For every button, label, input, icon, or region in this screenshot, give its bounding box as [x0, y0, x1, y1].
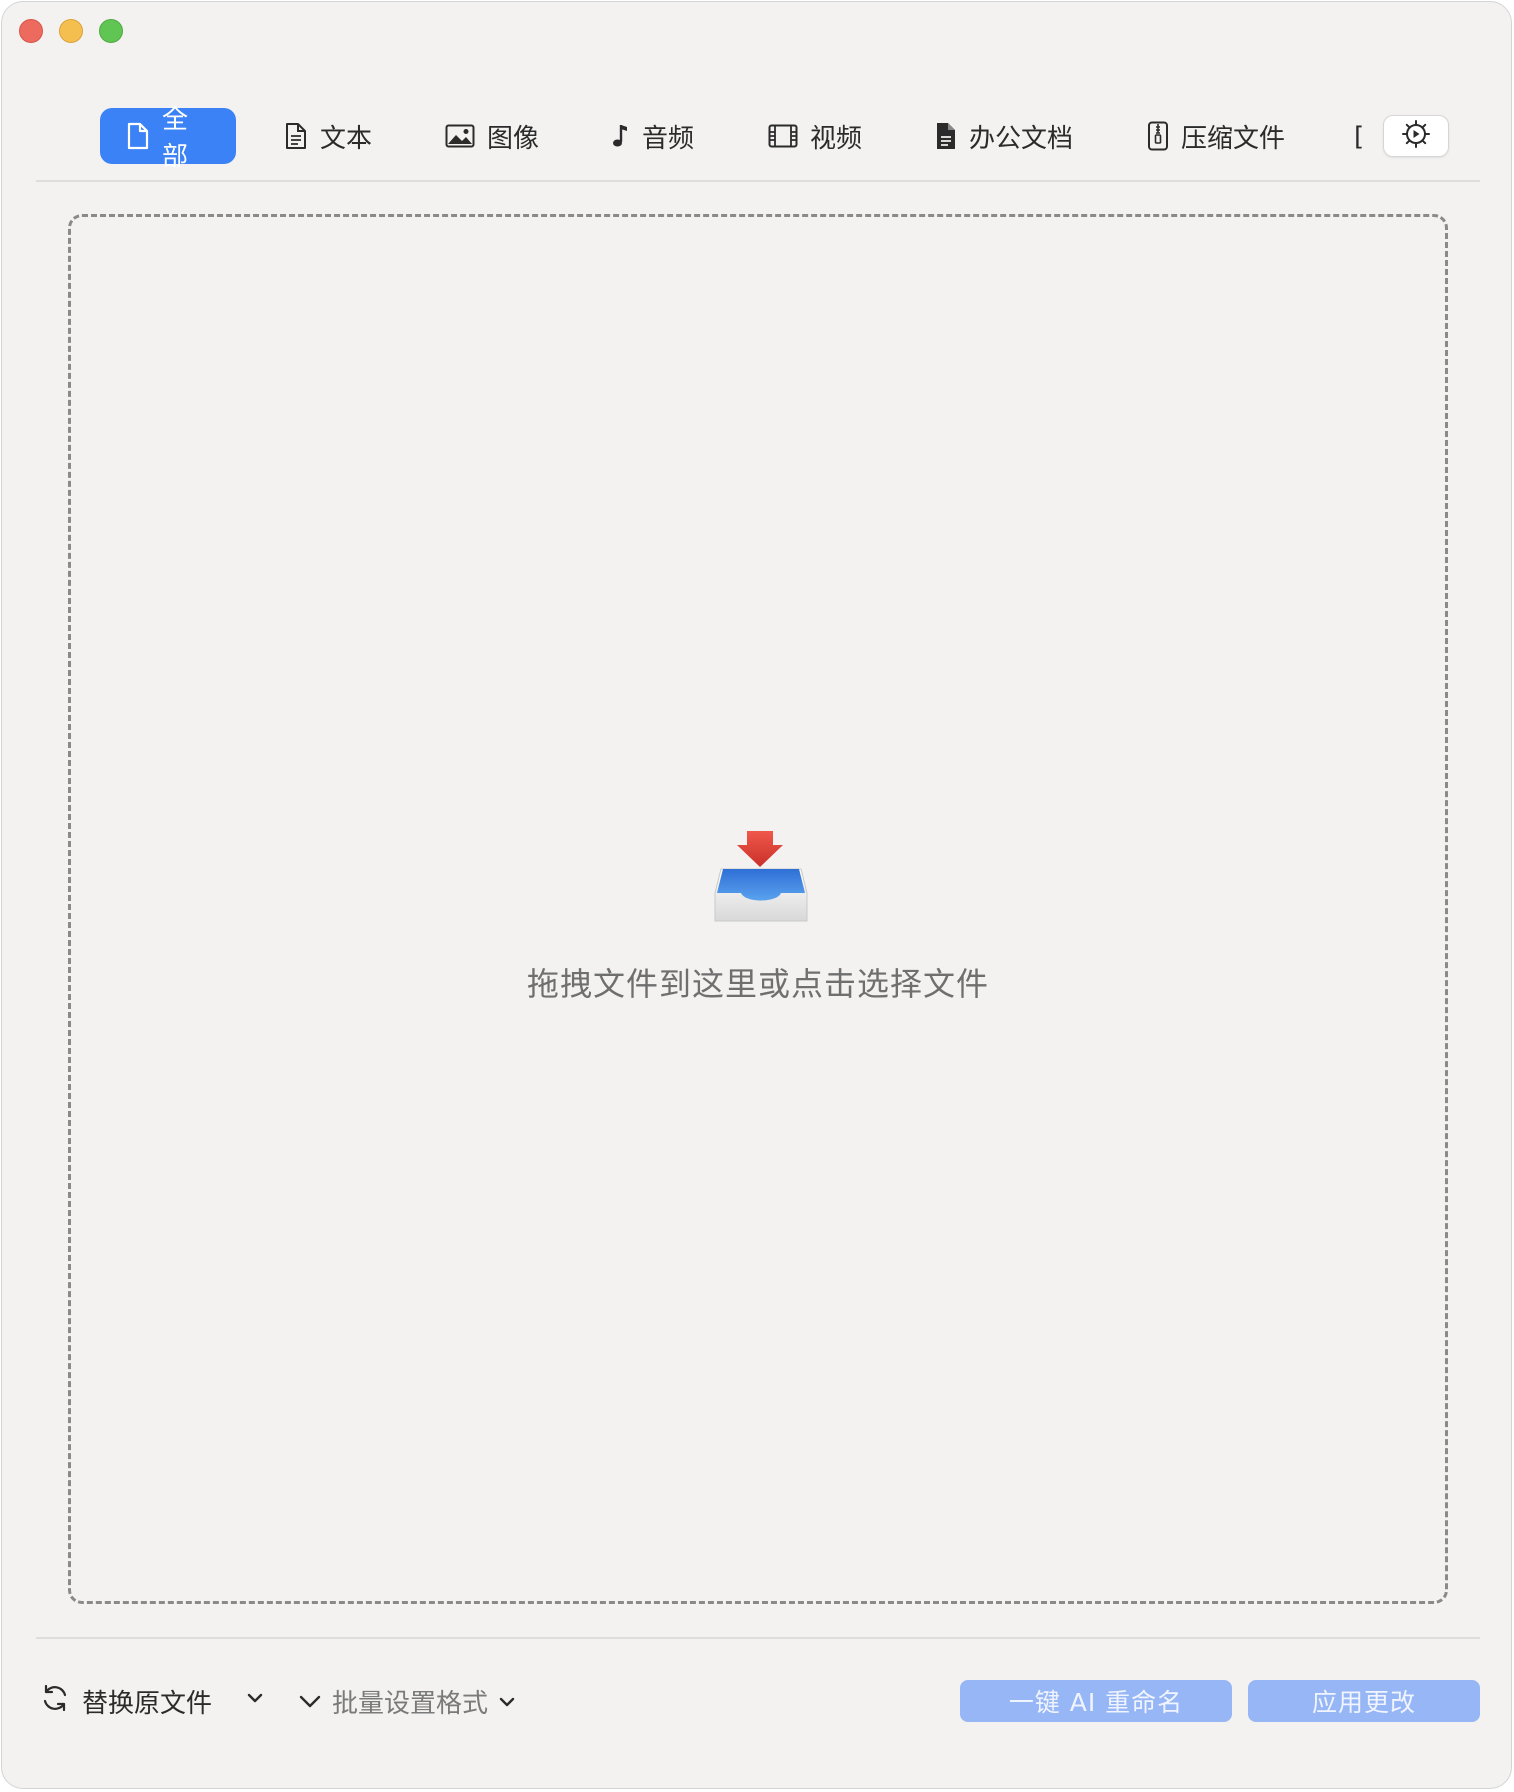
filled-document-icon	[935, 122, 957, 150]
tab-all[interactable]: 全部	[100, 105, 236, 172]
tab-archive[interactable]: 压缩文件	[1147, 108, 1285, 164]
bottom-toolbar: 替换原文件 批量设置格式 一键 AI 重命名 应用更改	[2, 1672, 1511, 1732]
refresh-icon	[40, 1683, 70, 1720]
tab-office[interactable]: 办公文档	[935, 108, 1073, 164]
gear-icon	[1401, 119, 1431, 153]
tab-label: 文本	[320, 123, 373, 154]
tray-download-icon	[711, 827, 811, 927]
tab-video[interactable]: 视频	[768, 108, 862, 164]
replace-original-label: 替换原文件	[82, 1688, 213, 1719]
category-tabs: 全部 文本 图像 音频 视频 办公文档 压缩文件 [	[2, 105, 1511, 172]
tab-label: 压缩文件	[1181, 123, 1286, 154]
replace-original-toggle[interactable]: 替换原文件	[40, 1676, 212, 1726]
replace-options-chevron-down-icon[interactable]	[246, 1690, 264, 1709]
text-document-icon	[284, 122, 308, 150]
document-icon	[126, 122, 150, 150]
apply-changes-button[interactable]: 应用更改	[1248, 1680, 1480, 1722]
chevron-down-icon	[498, 1686, 516, 1716]
tab-image[interactable]: 图像	[445, 108, 539, 164]
close-window-button[interactable]	[19, 19, 43, 43]
chevron-down-icon	[298, 1686, 322, 1716]
batch-format-label: 批量设置格式	[332, 1688, 489, 1719]
settings-button[interactable]	[1383, 115, 1449, 157]
tab-text[interactable]: 文本	[284, 108, 372, 164]
tab-audio[interactable]: 音频	[612, 108, 694, 164]
music-note-icon	[612, 122, 630, 150]
batch-format-dropdown[interactable]: 批量设置格式	[298, 1676, 516, 1726]
file-drop-zone[interactable]: 拖拽文件到这里或点击选择文件	[68, 214, 1448, 1604]
tab-label: 办公文档	[969, 123, 1074, 154]
minimize-window-button[interactable]	[59, 19, 83, 43]
app-window: 全部 文本 图像 音频 视频 办公文档 压缩文件 [拖拽文件到这里或点击选择文…	[1, 1, 1512, 1789]
image-icon	[445, 124, 475, 148]
film-icon	[768, 124, 798, 148]
tab-overflow-indicator: [	[1354, 122, 1365, 152]
tab-label: 音频	[642, 123, 695, 154]
top-divider	[36, 180, 1480, 182]
bottom-divider	[36, 1637, 1480, 1639]
maximize-window-button[interactable]	[99, 19, 123, 43]
ai-rename-button[interactable]: 一键 AI 重命名	[960, 1680, 1232, 1722]
tab-label: 全部	[162, 105, 189, 172]
tab-label: 视频	[810, 123, 863, 154]
zip-icon	[1147, 121, 1169, 151]
drop-instructions: 拖拽文件到这里或点击选择文件	[526, 965, 989, 1003]
tab-label: 图像	[487, 123, 540, 154]
